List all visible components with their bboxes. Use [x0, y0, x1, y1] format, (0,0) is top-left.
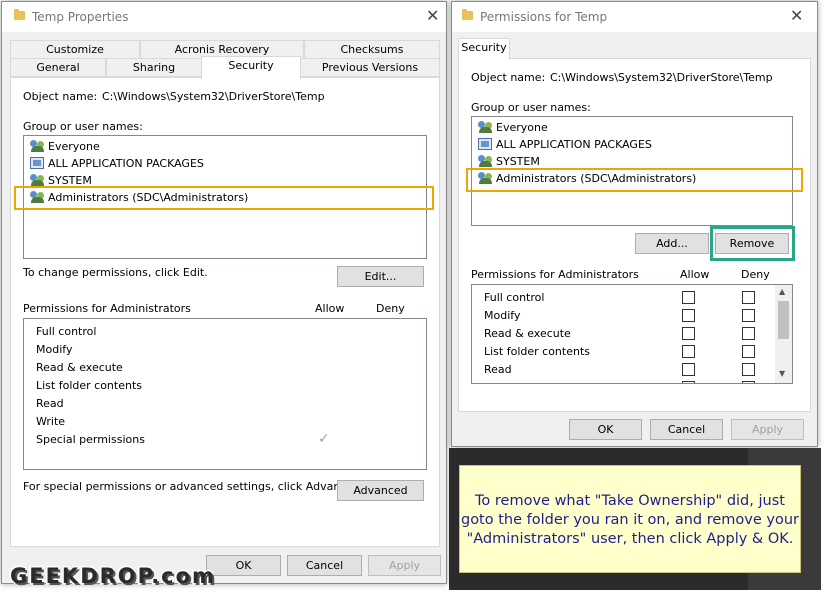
- allow-checkbox[interactable]: [682, 381, 695, 383]
- cancel-button[interactable]: Cancel: [650, 419, 723, 440]
- permission-item: Full control: [484, 291, 545, 304]
- ok-button[interactable]: OK: [569, 419, 642, 440]
- permissions-window: Permissions for Temp ✕ Security Object n…: [451, 1, 818, 447]
- deny-checkbox[interactable]: [742, 363, 755, 376]
- permission-item: Read & execute: [36, 361, 123, 374]
- permission-item: Write: [36, 415, 66, 428]
- tab-customize[interactable]: Customize: [10, 40, 140, 59]
- list-item[interactable]: Everyone: [48, 140, 100, 153]
- group-users-label: Group or user names:: [471, 101, 591, 114]
- scroll-down-icon[interactable]: ▼: [779, 369, 785, 378]
- deny-checkbox[interactable]: [742, 291, 755, 304]
- allow-checkbox[interactable]: [682, 309, 695, 322]
- object-name-label: Object name:: [471, 71, 546, 84]
- permissions-scrollbar[interactable]: ▲ ▼: [775, 285, 792, 383]
- permission-item: List folder contents: [484, 345, 590, 358]
- remove-highlight: [710, 226, 795, 261]
- deny-checkbox[interactable]: [742, 381, 755, 383]
- note-line: goto the folder you ran it on, and remov…: [460, 512, 799, 528]
- title-bar[interactable]: Temp Properties ✕: [2, 2, 446, 32]
- permission-item: Modify: [36, 343, 73, 356]
- allow-checkbox[interactable]: [682, 345, 695, 358]
- scroll-up-icon[interactable]: ▲: [779, 287, 785, 296]
- close-icon[interactable]: ✕: [790, 6, 803, 25]
- permissions-list: Full control Modify Read & execute List …: [23, 318, 427, 470]
- allow-header: Allow: [315, 302, 345, 315]
- users-icon: [478, 155, 494, 167]
- geekdrop-logo: GEEKDROP.com: [4, 562, 254, 592]
- title-bar[interactable]: Permissions for Temp ✕: [452, 2, 817, 32]
- tab-security[interactable]: Security: [201, 56, 301, 79]
- list-item[interactable]: Everyone: [496, 121, 548, 134]
- object-name-value: C:\Windows\System32\DriverStore\Temp: [102, 90, 325, 103]
- tab-general[interactable]: General: [10, 58, 106, 77]
- permission-item: Read & execute: [484, 327, 571, 340]
- permissions-label: Permissions for Administrators: [471, 268, 639, 281]
- window-title: Temp Properties: [32, 10, 129, 24]
- tab-previous-versions[interactable]: Previous Versions: [300, 58, 440, 77]
- users-icon: [30, 174, 46, 186]
- allow-checkbox[interactable]: [682, 327, 695, 340]
- list-item[interactable]: SYSTEM: [496, 155, 540, 168]
- folder-icon: [14, 9, 25, 20]
- permission-item: Full control: [36, 325, 97, 338]
- advanced-text: For special permissions or advanced sett…: [23, 480, 364, 493]
- deny-checkbox[interactable]: [742, 345, 755, 358]
- logo-text: GEEKDROP.com: [9, 563, 216, 590]
- scroll-thumb[interactable]: [778, 301, 789, 339]
- apply-button: Apply: [731, 419, 804, 440]
- deny-checkbox[interactable]: [742, 309, 755, 322]
- tab-checksums[interactable]: Checksums: [304, 40, 440, 59]
- permission-item: Modify: [484, 309, 521, 322]
- note-line: To remove what "Take Ownership" did, jus…: [475, 493, 785, 509]
- deny-header: Deny: [741, 268, 770, 281]
- cancel-button[interactable]: Cancel: [287, 555, 362, 576]
- instruction-note: To remove what "Take Ownership" did, jus…: [459, 465, 801, 573]
- tab-security[interactable]: Security: [458, 38, 510, 60]
- permission-item: Read: [484, 363, 512, 376]
- deny-header: Deny: [376, 302, 405, 315]
- permission-item: List folder contents: [36, 379, 142, 392]
- users-icon: [478, 121, 494, 133]
- window-title: Permissions for Temp: [480, 10, 608, 24]
- add-button[interactable]: Add...: [635, 233, 709, 254]
- permissions-list: Full control Modify Read & execute List …: [471, 284, 793, 384]
- temp-properties-window: Temp Properties ✕ Customize Acronis Reco…: [1, 1, 447, 584]
- permissions-label: Permissions for Administrators: [23, 302, 191, 315]
- advanced-button[interactable]: Advanced: [337, 480, 424, 501]
- object-name-value: C:\Windows\System32\DriverStore\Temp: [550, 71, 773, 84]
- allow-checkbox[interactable]: [682, 363, 695, 376]
- permission-item: Special permissions: [36, 433, 145, 446]
- list-item[interactable]: ALL APPLICATION PACKAGES: [48, 157, 204, 170]
- deny-checkbox[interactable]: [742, 327, 755, 340]
- allow-header: Allow: [680, 268, 710, 281]
- change-permissions-text: To change permissions, click Edit.: [23, 266, 208, 279]
- object-name-label: Object name:: [23, 90, 98, 103]
- apply-button: Apply: [368, 555, 441, 576]
- tab-sharing[interactable]: Sharing: [106, 58, 202, 77]
- package-icon: [30, 157, 44, 169]
- list-item[interactable]: ALL APPLICATION PACKAGES: [496, 138, 652, 151]
- allow-checkbox[interactable]: [682, 291, 695, 304]
- edit-button[interactable]: Edit...: [337, 266, 424, 287]
- folder-icon: [462, 9, 473, 20]
- administrators-highlight: [466, 168, 803, 192]
- package-icon: [478, 138, 492, 150]
- permission-item: Read: [36, 397, 64, 410]
- checkmark-icon: ✓: [318, 431, 330, 447]
- administrators-highlight: [14, 186, 434, 210]
- group-users-label: Group or user names:: [23, 120, 143, 133]
- users-icon: [30, 140, 46, 152]
- note-line: "Administrators" user, then click Apply …: [466, 531, 794, 547]
- close-icon[interactable]: ✕: [426, 6, 439, 25]
